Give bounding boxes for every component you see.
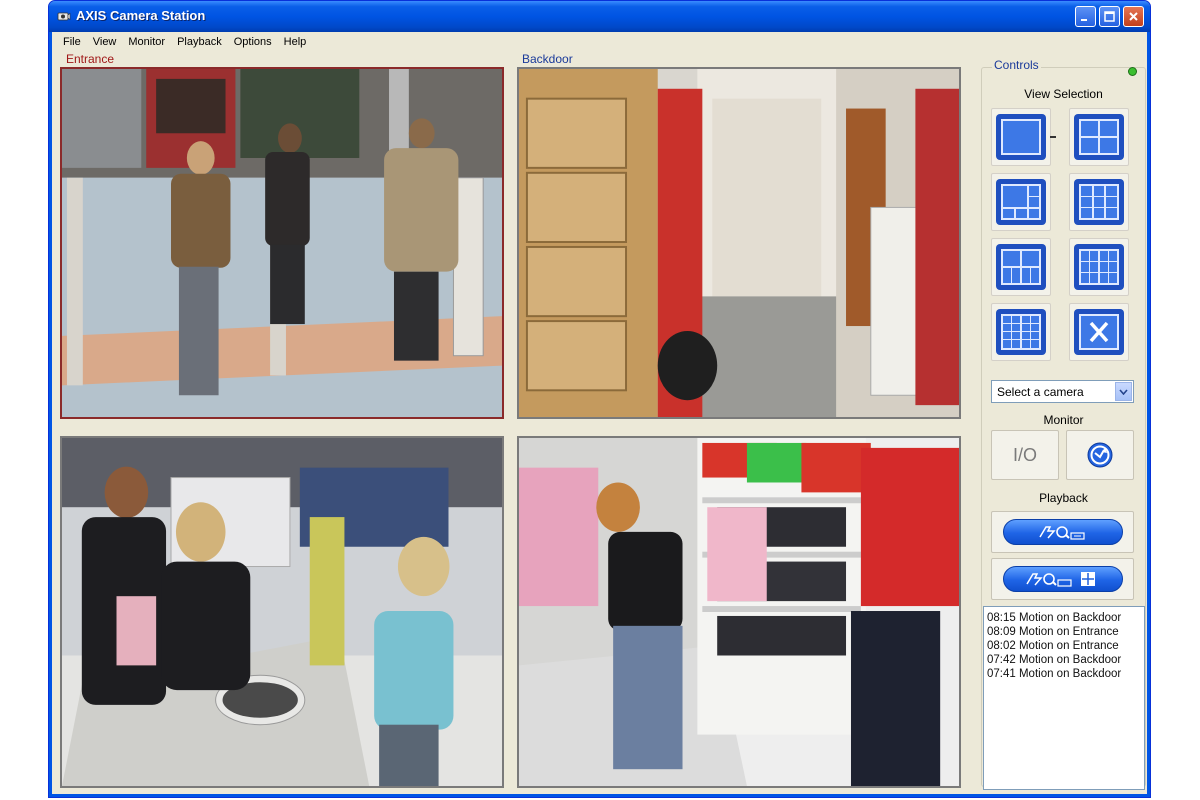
menu-monitor[interactable]: Monitor bbox=[122, 36, 171, 48]
video-frame bbox=[519, 69, 959, 417]
menu-view[interactable]: View bbox=[87, 36, 123, 48]
camera-select-value: Select a camera bbox=[997, 384, 1084, 399]
view-2x2-icon bbox=[1074, 114, 1124, 160]
menu-playback[interactable]: Playback bbox=[171, 36, 228, 48]
minimize-button[interactable] bbox=[1075, 6, 1096, 27]
playback-multi-icon bbox=[1025, 572, 1095, 587]
monitor-label: Monitor bbox=[1043, 413, 1084, 427]
title-bar[interactable]: AXIS Camera Station bbox=[49, 1, 1150, 32]
io-button[interactable]: I/O bbox=[991, 430, 1059, 480]
video-frame bbox=[62, 69, 502, 417]
menu-help[interactable]: Help bbox=[278, 36, 313, 48]
camera-feed-3[interactable] bbox=[60, 436, 504, 788]
maximize-button[interactable] bbox=[1099, 6, 1120, 27]
view-3x3-icon bbox=[1074, 179, 1124, 225]
camera-label-backdoor: Backdoor bbox=[522, 52, 573, 66]
view-3x3-button[interactable] bbox=[1069, 173, 1129, 231]
event-log-item[interactable]: 08:09 Motion on Entrance bbox=[987, 625, 1141, 639]
window-title: AXIS Camera Station bbox=[76, 8, 206, 23]
video-frame bbox=[62, 438, 502, 786]
view-1plus7-button[interactable] bbox=[991, 238, 1051, 296]
video-frame bbox=[519, 438, 959, 786]
event-log-item[interactable]: 08:02 Motion on Entrance bbox=[987, 639, 1141, 653]
camera-label-entrance: Entrance bbox=[66, 52, 115, 66]
playback-search-pill bbox=[1002, 519, 1123, 545]
maximize-icon bbox=[1104, 11, 1115, 22]
view-1plus7-icon bbox=[996, 244, 1046, 290]
status-indicator bbox=[1128, 67, 1137, 76]
view-1x1-button[interactable] bbox=[991, 108, 1051, 166]
playback-multi-pill bbox=[1002, 566, 1123, 592]
io-label: I/O bbox=[1012, 444, 1037, 465]
view-4x4-button[interactable] bbox=[991, 303, 1051, 361]
view-3x4-icon bbox=[1074, 244, 1124, 290]
menu-bar: File View Monitor Playback Options Help bbox=[53, 32, 1146, 52]
event-log-item[interactable]: 08:15 Motion on Backdoor bbox=[987, 611, 1141, 625]
view-4x4-icon bbox=[996, 309, 1046, 355]
sequence-icon bbox=[1087, 442, 1113, 468]
sequence-button[interactable] bbox=[1066, 430, 1134, 480]
event-log-item[interactable]: 07:41 Motion on Backdoor bbox=[987, 667, 1141, 681]
playback-search-button[interactable] bbox=[991, 511, 1134, 553]
playback-label: Playback bbox=[1039, 491, 1088, 505]
controls-title: Controls bbox=[992, 58, 1041, 72]
menu-file[interactable]: File bbox=[57, 36, 87, 48]
view-separator bbox=[1050, 136, 1056, 138]
playback-multi-button[interactable] bbox=[991, 558, 1134, 600]
camera-feed-4[interactable] bbox=[517, 436, 961, 788]
camera-app-icon bbox=[57, 12, 71, 21]
view-1plus5-icon bbox=[996, 179, 1046, 225]
view-1x1-icon bbox=[996, 114, 1046, 160]
close-button[interactable] bbox=[1123, 6, 1144, 27]
event-log-item[interactable]: 07:42 Motion on Backdoor bbox=[987, 653, 1141, 667]
menu-options[interactable]: Options bbox=[228, 36, 278, 48]
view-3x4-button[interactable] bbox=[1069, 238, 1129, 296]
close-icon bbox=[1129, 12, 1138, 21]
view-1plus5-button[interactable] bbox=[991, 173, 1051, 231]
view-2x2-button[interactable] bbox=[1069, 108, 1129, 166]
camera-feed-backdoor[interactable] bbox=[517, 67, 961, 419]
minimize-icon bbox=[1081, 19, 1087, 21]
camera-feed-entrance[interactable] bbox=[60, 67, 504, 419]
playback-search-icon bbox=[1038, 526, 1085, 540]
view-close-icon bbox=[1074, 309, 1124, 355]
view-selection-label: View Selection bbox=[1024, 87, 1103, 101]
chevron-down-icon[interactable] bbox=[1115, 382, 1132, 401]
view-close-button[interactable] bbox=[1069, 303, 1129, 361]
event-log[interactable]: 08:15 Motion on Backdoor 08:09 Motion on… bbox=[983, 606, 1145, 790]
camera-select[interactable]: Select a camera bbox=[991, 380, 1134, 403]
